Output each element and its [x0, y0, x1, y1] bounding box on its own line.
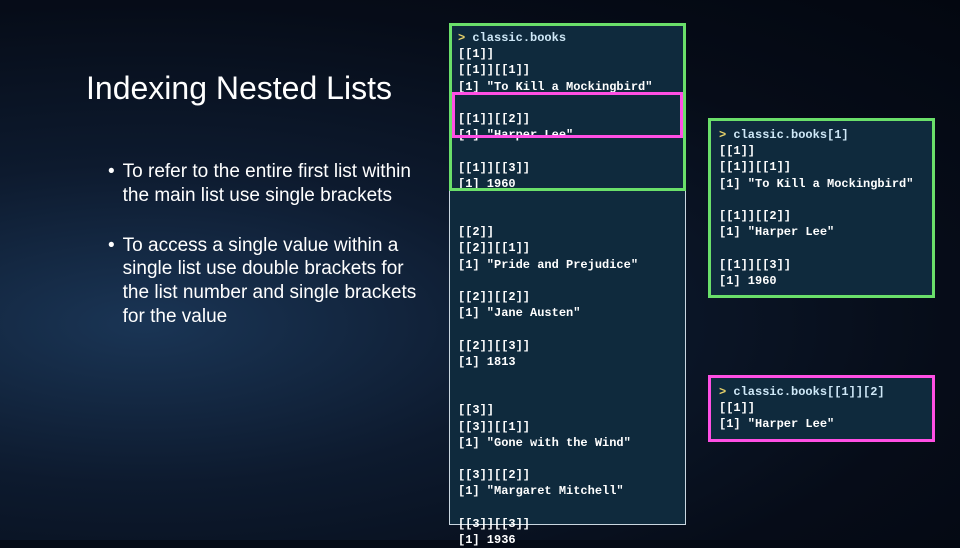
code-line: [[2]] — [458, 225, 494, 239]
code-line: [[1]][[3]] — [458, 161, 530, 175]
code-line: [1] 1960 — [458, 177, 516, 191]
code-line: [[2]][[3]] — [458, 339, 530, 353]
bullet-text: To access a single value within a single… — [123, 234, 418, 329]
code-line: [[1]][[2]] — [458, 112, 530, 126]
prompt-symbol: > — [458, 31, 472, 45]
code-line: [1] "Jane Austen" — [458, 306, 580, 320]
code-output-single-bracket: > classic.books[1] [[1]] [[1]][[1]] [1] … — [708, 118, 935, 298]
code-line: [[1]] — [458, 47, 494, 61]
code-command: classic.books[1] — [733, 128, 848, 142]
code-line: [[3]] — [458, 403, 494, 417]
code-line: [1] "Harper Lee" — [458, 128, 573, 142]
code-line: [[1]] — [719, 144, 755, 158]
slide: Indexing Nested Lists • To refer to the … — [0, 0, 960, 540]
code-line: [[2]][[1]] — [458, 241, 530, 255]
code-line: [[1]][[2]] — [719, 209, 791, 223]
code-command: classic.books[[1]][2] — [733, 385, 884, 399]
code-line: [1] "Margaret Mitchell" — [458, 484, 624, 498]
code-line: [1] 1960 — [719, 274, 777, 288]
code-line: [[3]][[3]] — [458, 517, 530, 531]
bullet-list: • To refer to the entire first list with… — [108, 160, 418, 355]
bullet-dot-icon: • — [108, 234, 115, 329]
prompt-symbol: > — [719, 128, 733, 142]
code-line: [1] "Gone with the Wind" — [458, 436, 631, 450]
code-line: [[1]] — [719, 401, 755, 415]
code-line: [1] 1813 — [458, 355, 516, 369]
code-line: [1] "Pride and Prejudice" — [458, 258, 638, 272]
bullet-dot-icon: • — [108, 160, 115, 208]
code-output-double-bracket: > classic.books[[1]][2] [[1]] [1] "Harpe… — [708, 375, 935, 442]
code-line: [1] "To Kill a Mockingbird" — [458, 80, 652, 94]
code-line: [[3]][[1]] — [458, 420, 530, 434]
bullet-item: • To refer to the entire first list with… — [108, 160, 418, 208]
code-line: [[1]][[1]] — [458, 63, 530, 77]
code-line: [1] "Harper Lee" — [719, 225, 834, 239]
code-line: [[3]][[2]] — [458, 468, 530, 482]
code-line: [[2]][[2]] — [458, 290, 530, 304]
code-command: classic.books — [472, 31, 566, 45]
code-line: [[1]][[1]] — [719, 160, 791, 174]
code-line: [1] "To Kill a Mockingbird" — [719, 177, 913, 191]
bullet-item: • To access a single value within a sing… — [108, 234, 418, 329]
slide-title: Indexing Nested Lists — [86, 70, 392, 107]
code-line: [1] "Harper Lee" — [719, 417, 834, 431]
bullet-text: To refer to the entire first list within… — [123, 160, 418, 208]
code-line: [[1]][[3]] — [719, 258, 791, 272]
prompt-symbol: > — [719, 385, 733, 399]
code-output-main: > classic.books [[1]] [[1]][[1]] [1] "To… — [449, 23, 686, 525]
